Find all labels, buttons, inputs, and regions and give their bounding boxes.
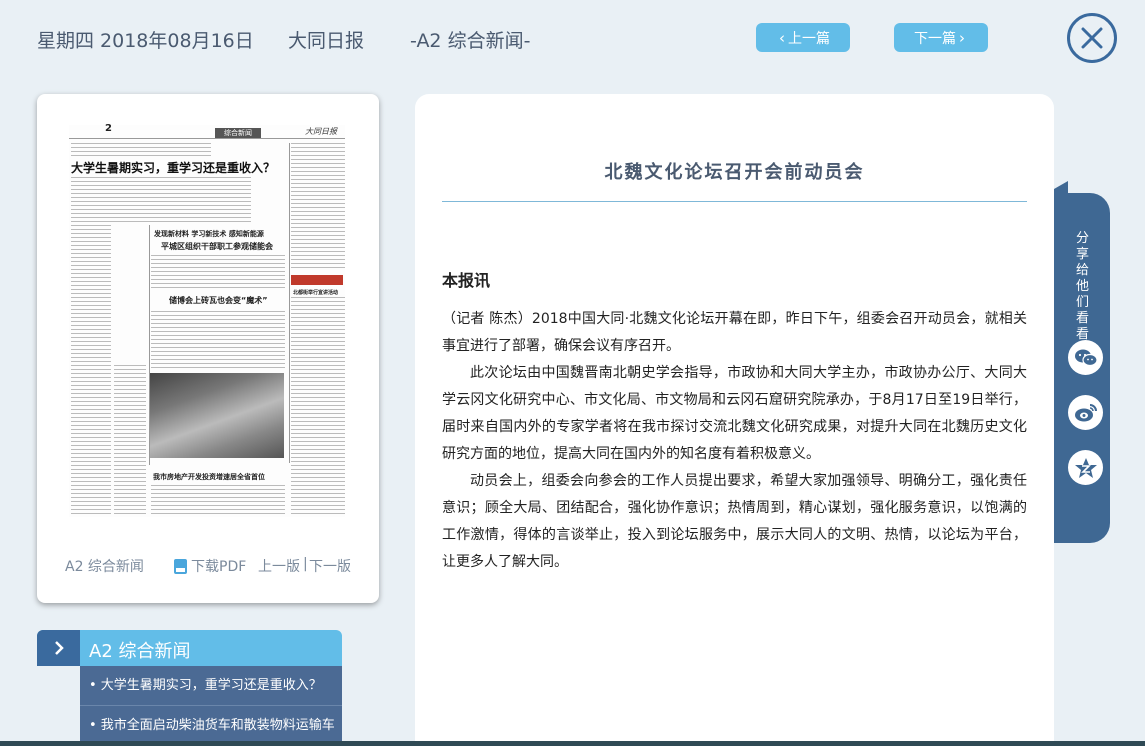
- download-pdf-label: 下载PDF: [191, 559, 247, 575]
- article-panel: 北魏文化论坛召开会前动员会 本报讯 （记者 陈杰）2018中国大同·北魏文化论坛…: [415, 94, 1054, 746]
- thumb-subheadline: 北都街举行宣讲活动: [293, 290, 339, 296]
- thumb-text-block: [151, 255, 285, 290]
- share-label: 分享给他们看看: [1076, 231, 1090, 342]
- thumb-red-banner: [291, 275, 343, 285]
- thumb-subheadline: 平城区组织干部职工参观储能会: [161, 242, 273, 251]
- prev-article-label: 上一篇: [788, 30, 830, 47]
- chevron-right-icon: ›: [959, 28, 965, 47]
- article-list-item[interactable]: • 我市全面启动柴油货车和散装物料运输车: [80, 706, 342, 746]
- qzone-icon: [1074, 457, 1097, 478]
- section-list-title: A2 综合新闻: [89, 641, 191, 662]
- thumb-text-block: [71, 225, 111, 515]
- article-list-item[interactable]: • 大学生暑期实习，重学习还是重收入？: [80, 666, 342, 706]
- close-icon: [1081, 27, 1103, 49]
- close-button[interactable]: [1067, 13, 1117, 63]
- qzone-share-button[interactable]: [1068, 450, 1103, 485]
- article-paragraph: 动员会上，组委会向参会的工作人员提出要求，希望大家加强领导、明确分工，强化责任意…: [442, 473, 1027, 570]
- next-article-label: 下一篇: [914, 30, 956, 47]
- thumb-text-block: [291, 297, 345, 515]
- page-thumbnail-card: 2 综合新闻 大同日报 大学生暑期实习，重学习还是重收入？ 发现新材料 学习新技…: [37, 94, 379, 603]
- section-name: -A2 综合新闻-: [410, 30, 531, 52]
- thumb-subheadline: 发现新材料 学习新技术 感知新能源: [154, 230, 264, 238]
- thumb-text-block: [151, 485, 285, 515]
- footer-separator: |: [303, 556, 308, 572]
- weibo-icon: [1074, 403, 1097, 421]
- article-body: （记者 陈杰）2018中国大同·北魏文化论坛开幕在即，昨日下午，组委会召开动员会…: [442, 306, 1027, 576]
- thumb-headline: 大学生暑期实习，重学习还是重收入？: [71, 161, 276, 175]
- article-paragraph: （记者 陈杰）2018中国大同·北魏文化论坛开幕在即，昨日下午，组委会召开动员会…: [442, 311, 1027, 354]
- thumb-header: 2 综合新闻 大同日报: [69, 123, 345, 139]
- thumb-section-box: 综合新闻: [215, 128, 261, 138]
- download-pdf-link[interactable]: 下载PDF: [174, 556, 246, 576]
- chevron-right-icon: [37, 630, 80, 666]
- next-article-button[interactable]: 下一篇 ›: [894, 23, 988, 52]
- title-divider: [442, 201, 1027, 202]
- thumb-photo: [150, 373, 284, 458]
- pdf-icon: [174, 558, 187, 574]
- article-lead: 本报讯: [442, 271, 491, 290]
- article-list: • 大学生暑期实习，重学习还是重收入？ • 我市全面启动柴油货车和散装物料运输车: [80, 666, 342, 746]
- footer-section-label: A2 综合新闻: [65, 559, 144, 575]
- prev-article-button[interactable]: ‹ 上一篇: [756, 23, 850, 52]
- prev-page-link[interactable]: 上一版: [258, 556, 300, 576]
- top-bar: 星期四 2018年08月16日 大同日报 -A2 综合新闻- ‹ 上一篇 下一篇…: [0, 0, 1145, 80]
- section-list-header[interactable]: A2 综合新闻: [37, 630, 342, 666]
- article-paragraph: 此次论坛由中国魏晋南北朝史学会指导，市政协和大同大学主办，市政协办公厅、大同大学…: [442, 365, 1027, 462]
- thumb-text-block: [114, 365, 146, 515]
- issue-date: 星期四 2018年08月16日: [37, 30, 254, 52]
- wechat-share-button[interactable]: [1068, 340, 1103, 375]
- bottom-strip: [0, 741, 1145, 746]
- page-card-footer: A2 综合新闻 下载PDF 上一版 | 下一版: [37, 556, 379, 580]
- thumb-subheadline: 我市房地产开发投资增速居全省首位: [153, 473, 265, 481]
- thumb-text-block: [151, 311, 285, 369]
- chevron-left-icon: ‹: [779, 28, 785, 47]
- thumb-text-block: [291, 143, 345, 271]
- weibo-share-button[interactable]: [1068, 395, 1103, 430]
- thumb-text-block: [71, 143, 211, 157]
- thumb-page-number: 2: [105, 123, 112, 134]
- page-thumbnail[interactable]: 2 综合新闻 大同日报 大学生暑期实习，重学习还是重收入？ 发现新材料 学习新技…: [69, 123, 345, 517]
- paper-name: 大同日报: [288, 30, 365, 52]
- wechat-icon: [1074, 349, 1098, 366]
- thumb-subheadline: 储博会上砖瓦也会变“魔术”: [169, 296, 268, 305]
- share-panel: 分享给他们看看: [1054, 193, 1110, 543]
- thumb-text-block: [71, 177, 251, 222]
- thumb-logo: 大同日报: [305, 127, 337, 136]
- thumb-column-rule: [289, 143, 290, 463]
- next-page-link[interactable]: 下一版: [309, 556, 351, 576]
- article-title: 北魏文化论坛召开会前动员会: [604, 162, 865, 183]
